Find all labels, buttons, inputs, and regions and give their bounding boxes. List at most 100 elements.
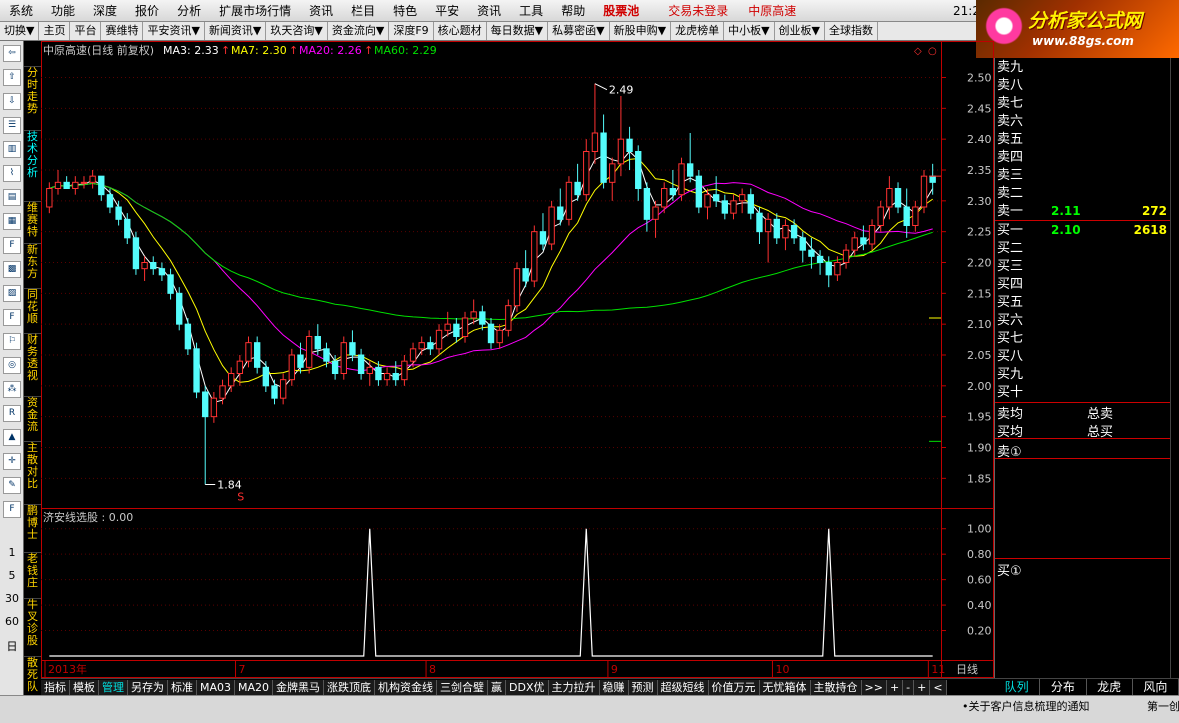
indicator-tab-1[interactable]: 模板	[70, 679, 99, 695]
sidebar-tool-icon[interactable]: ▦	[3, 213, 21, 230]
toolbar-button-8[interactable]: 深度F9	[389, 22, 434, 40]
sidebar-tool-icon[interactable]: ⇦	[3, 45, 21, 62]
vtab-7[interactable]: 主散对比	[24, 441, 41, 490]
sidebar-tool-icon[interactable]: F	[3, 309, 21, 326]
menu-item-11[interactable]: 工具	[510, 0, 552, 22]
sidebar-tool-icon[interactable]: ▨	[3, 285, 21, 302]
menu-stock-pool[interactable]: 股票池	[594, 0, 648, 22]
indicator-tab-0[interactable]: 指标	[41, 679, 70, 695]
sidebar-tool-icon[interactable]: ⌇	[3, 165, 21, 182]
indicator-tab-20[interactable]: >>	[861, 679, 887, 695]
vtab-6[interactable]: 资金流	[24, 396, 41, 433]
sidebar-tool-icon[interactable]: ⚐	[3, 333, 21, 350]
indicator-tab-5[interactable]: MA03	[197, 679, 236, 695]
indicator-tab-16[interactable]: 超级短线	[657, 679, 709, 695]
indicator-tab-3[interactable]: 另存为	[128, 679, 168, 695]
sidebar-tool-icon[interactable]: ▩	[3, 261, 21, 278]
indicator-tab-4[interactable]: 标准	[168, 679, 197, 695]
sidebar-period-5[interactable]: 5	[2, 569, 22, 582]
right-tab-2[interactable]: 龙虎	[1087, 679, 1133, 695]
toolbar-button-12[interactable]: 新股申购▼	[610, 22, 672, 40]
menu-item-6[interactable]: 资讯	[300, 0, 342, 22]
sidebar-tool-icon[interactable]: ▲	[3, 429, 21, 446]
indicator-tab-9[interactable]: 机构资金线	[375, 679, 438, 695]
sidebar-period-日[interactable]: 日	[2, 638, 22, 654]
vtab-0[interactable]: 分时走势	[24, 66, 41, 115]
sidebar-tool-icon[interactable]: ✎	[3, 477, 21, 494]
vtab-8[interactable]: 鹏博士	[24, 504, 41, 541]
toolbar-button-16[interactable]: 全球指数	[825, 22, 879, 40]
status-notice-2[interactable]: 第一创	[1147, 698, 1179, 714]
menu-item-2[interactable]: 深度	[84, 0, 126, 22]
vtab-4[interactable]: 同花顺	[24, 288, 41, 325]
menu-item-4[interactable]: 分析	[168, 0, 210, 22]
vtab-1[interactable]: 技术分析	[24, 130, 41, 179]
vtab-5[interactable]: 财务透视	[24, 333, 41, 382]
toolbar-button-15[interactable]: 创业板▼	[775, 22, 826, 40]
vtab-3[interactable]: 新东方	[24, 243, 41, 280]
indicator-tab-2[interactable]: 管理	[99, 679, 128, 695]
sidebar-tool-icon[interactable]: ☰	[3, 117, 21, 134]
indicator-tab-19[interactable]: 主散持仓	[810, 679, 862, 695]
indicator-tab-15[interactable]: 预测	[628, 679, 658, 695]
sidebar-period-1[interactable]: 1	[2, 546, 22, 559]
indicator-tab-8[interactable]: 涨跌顶底	[324, 679, 376, 695]
menu-item-8[interactable]: 特色	[384, 0, 426, 22]
menu-item-5[interactable]: 扩展市场行情	[210, 0, 300, 22]
toolbar-button-1[interactable]: 主页	[39, 22, 71, 40]
vtab-10[interactable]: 牛叉诊股	[24, 598, 41, 647]
right-tab-3[interactable]: 风向	[1133, 679, 1179, 695]
toolbar-button-6[interactable]: 玖天咨询▼	[266, 22, 328, 40]
indicator-tab-24[interactable]: <	[930, 679, 947, 695]
indicator-tab-18[interactable]: 无忧箱体	[759, 679, 811, 695]
indicator-tab-22[interactable]: -	[903, 679, 915, 695]
menu-item-3[interactable]: 报价	[126, 0, 168, 22]
sidebar-period-30[interactable]: 30	[2, 592, 22, 605]
indicator-tab-23[interactable]: +	[914, 679, 931, 695]
menu-item-1[interactable]: 功能	[42, 0, 84, 22]
status-notice[interactable]: •关于客户信息梳理的通知	[962, 698, 1090, 714]
menu-item-9[interactable]: 平安	[426, 0, 468, 22]
sidebar-tool-icon[interactable]: ⁂	[3, 381, 21, 398]
sidebar-period-60[interactable]: 60	[2, 615, 22, 628]
toolbar-button-5[interactable]: 新闻资讯▼	[205, 22, 267, 40]
indicator-tab-13[interactable]: 主力拉升	[548, 679, 600, 695]
sidebar-tool-icon[interactable]: ✛	[3, 453, 21, 470]
indicator-tab-11[interactable]: 赢	[488, 679, 507, 695]
right-tab-0[interactable]: 队列	[994, 679, 1041, 695]
sidebar-tool-icon[interactable]: ⇩	[3, 93, 21, 110]
toolbar-button-14[interactable]: 中小板▼	[724, 22, 775, 40]
vtab-2[interactable]: 维赛特	[24, 201, 41, 238]
sidebar-tool-icon[interactable]: F	[3, 237, 21, 254]
toolbar-button-7[interactable]: 资金流向▼	[328, 22, 390, 40]
toolbar-button-10[interactable]: 每日数据▼	[487, 22, 549, 40]
sidebar-tool-icon[interactable]: ◎	[3, 357, 21, 374]
indicator-tab-6[interactable]: MA20	[235, 679, 274, 695]
toolbar-button-4[interactable]: 平安资讯▼	[143, 22, 205, 40]
sidebar-tool-icon[interactable]: ▥	[3, 141, 21, 158]
toolbar-button-0[interactable]: 切换▼	[0, 22, 40, 40]
sidebar-tool-icon[interactable]: ▤	[3, 189, 21, 206]
toolbar-button-2[interactable]: 平台	[70, 22, 102, 40]
indicator-tab-12[interactable]: DDX优	[506, 679, 549, 695]
right-tab-1[interactable]: 分布	[1040, 679, 1087, 695]
toolbar-button-13[interactable]: 龙虎榜单	[671, 22, 725, 40]
indicator-tab-17[interactable]: 价值万元	[708, 679, 760, 695]
vtab-11[interactable]: 散死队	[24, 656, 41, 693]
toolbar-button-11[interactable]: 私募密函▼	[548, 22, 610, 40]
toolbar-button-3[interactable]: 赛维特	[101, 22, 144, 40]
menu-item-10[interactable]: 资讯	[468, 0, 510, 22]
indicator-tab-14[interactable]: 稳赚	[599, 679, 629, 695]
kline-chart[interactable]: 2.50 2.45 2.40 2.35 2.30 2.25 2.20 2.15 2.10 2.05…	[41, 41, 994, 678]
menu-item-12[interactable]: 帮助	[552, 0, 594, 22]
menu-item-7[interactable]: 栏目	[342, 0, 384, 22]
toolbar-button-9[interactable]: 核心题材	[434, 22, 487, 40]
vtab-9[interactable]: 老钱庄	[24, 552, 41, 589]
indicator-tab-7[interactable]: 金牌黑马	[273, 679, 325, 695]
indicator-tab-10[interactable]: 三剑合璧	[437, 679, 489, 695]
indicator-tab-21[interactable]: +	[886, 679, 904, 695]
sidebar-tool-icon[interactable]: R	[3, 405, 21, 422]
menu-item-0[interactable]: 系统	[0, 0, 42, 22]
sidebar-tool-icon[interactable]: ⇧	[3, 69, 21, 86]
sidebar-tool-icon[interactable]: F	[3, 501, 21, 518]
